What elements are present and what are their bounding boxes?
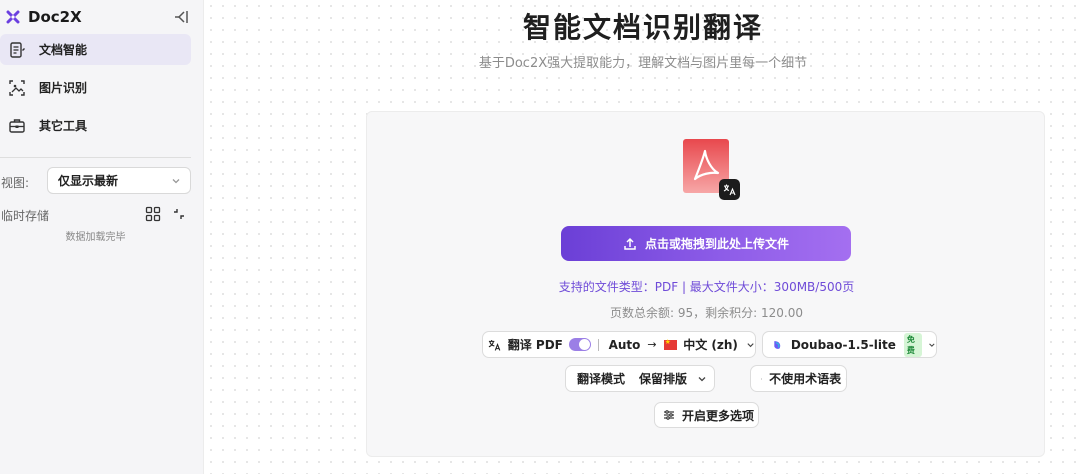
page-title: 智能文档识别翻译 — [522, 11, 763, 44]
translate-toggle[interactable] — [568, 338, 591, 351]
sidebar: Doc2X 文档智能 图片识别 其它工具 视图: 仅显示最新 临时存储 数据加载… — [0, 0, 204, 474]
main-area: 智能文档识别翻译 基于Doc2X强大提取能力，理解文档与图片里每一个细节 点击或… — [205, 0, 1080, 474]
chevron-down-icon[interactable] — [746, 340, 755, 350]
translate-badge — [719, 179, 740, 200]
sidebar-divider — [0, 157, 191, 158]
sidebar-item-other-tools[interactable]: 其它工具 — [0, 110, 191, 141]
view-select-value: 仅显示最新 — [58, 174, 119, 188]
app-name: Doc2X — [28, 8, 82, 26]
free-badge: 免费 — [903, 332, 923, 357]
quota-info: 页数总余额: 95，剩余积分: 120.00 — [610, 306, 803, 320]
target-language[interactable]: 中文 (zh) — [683, 336, 738, 353]
translate-pdf-label: 翻译 PDF — [507, 338, 563, 352]
translation-mode-select[interactable]: 翻译模式 保留排版 — [565, 365, 715, 392]
upload-button-label: 点击或拖拽到此处上传文件 — [644, 237, 789, 251]
table-icon — [761, 378, 763, 379]
image-scan-icon — [9, 79, 25, 96]
toolbox-icon — [9, 118, 25, 133]
page-subtitle: 基于Doc2X强大提取能力，理解文档与图片里每一个细节 — [478, 56, 808, 71]
sidebar-item-label: 图片识别 — [39, 81, 88, 95]
doubao-model-icon — [774, 340, 781, 349]
source-language[interactable]: Auto — [609, 338, 641, 352]
more-options-button[interactable]: 开启更多选项 — [654, 402, 759, 428]
arrow-right-icon: → — [647, 338, 657, 351]
brand[interactable]: Doc2X — [6, 7, 82, 27]
chevron-down-icon — [929, 342, 935, 347]
storage-label: 临时存储 — [1, 209, 50, 223]
more-options-label: 开启更多选项 — [682, 408, 755, 423]
upload-card[interactable]: 点击或拖拽到此处上传文件 支持的文件类型：PDF | 最大文件大小：300MB/… — [366, 111, 1045, 457]
sidebar-item-image-recognition[interactable]: 图片识别 — [0, 72, 191, 103]
sliders-icon — [664, 410, 674, 420]
translate-icon — [723, 184, 736, 196]
glossary-select[interactable]: 不使用术语表 — [750, 365, 847, 392]
chevron-down-icon — [172, 179, 180, 184]
storage-empty-text: 数据加载完毕 — [65, 232, 126, 243]
sidebar-item-label: 其它工具 — [39, 119, 88, 133]
upload-button[interactable]: 点击或拖拽到此处上传文件 — [561, 226, 851, 261]
grid-add-icon[interactable] — [145, 206, 161, 222]
chevron-down-icon — [698, 376, 706, 381]
translate-icon — [488, 339, 501, 351]
doc-edit-icon — [10, 41, 25, 58]
model-name: Doubao-1.5-lite — [790, 337, 896, 352]
support-info: 支持的文件类型：PDF | 最大文件大小：300MB/500页 — [558, 280, 855, 294]
view-select[interactable]: 仅显示最新 — [47, 167, 191, 194]
chevron-down-icon — [845, 378, 846, 379]
mode-label: 翻译模式 — [577, 372, 626, 386]
translate-settings: 翻译 PDF Auto → 中文 (zh) — [482, 331, 756, 358]
view-label: 视图: — [1, 176, 30, 190]
upload-icon — [624, 237, 636, 250]
separator — [597, 338, 599, 351]
glossary-label: 不使用术语表 — [769, 372, 842, 386]
mode-value: 保留排版 — [639, 372, 688, 386]
doc2x-logo-icon — [6, 10, 20, 24]
collapse-arrows-icon[interactable] — [172, 207, 186, 221]
sidebar-item-label: 文档智能 — [39, 43, 88, 57]
model-select[interactable]: Doubao-1.5-lite 免费 — [762, 331, 937, 358]
china-flag-icon — [663, 338, 678, 350]
